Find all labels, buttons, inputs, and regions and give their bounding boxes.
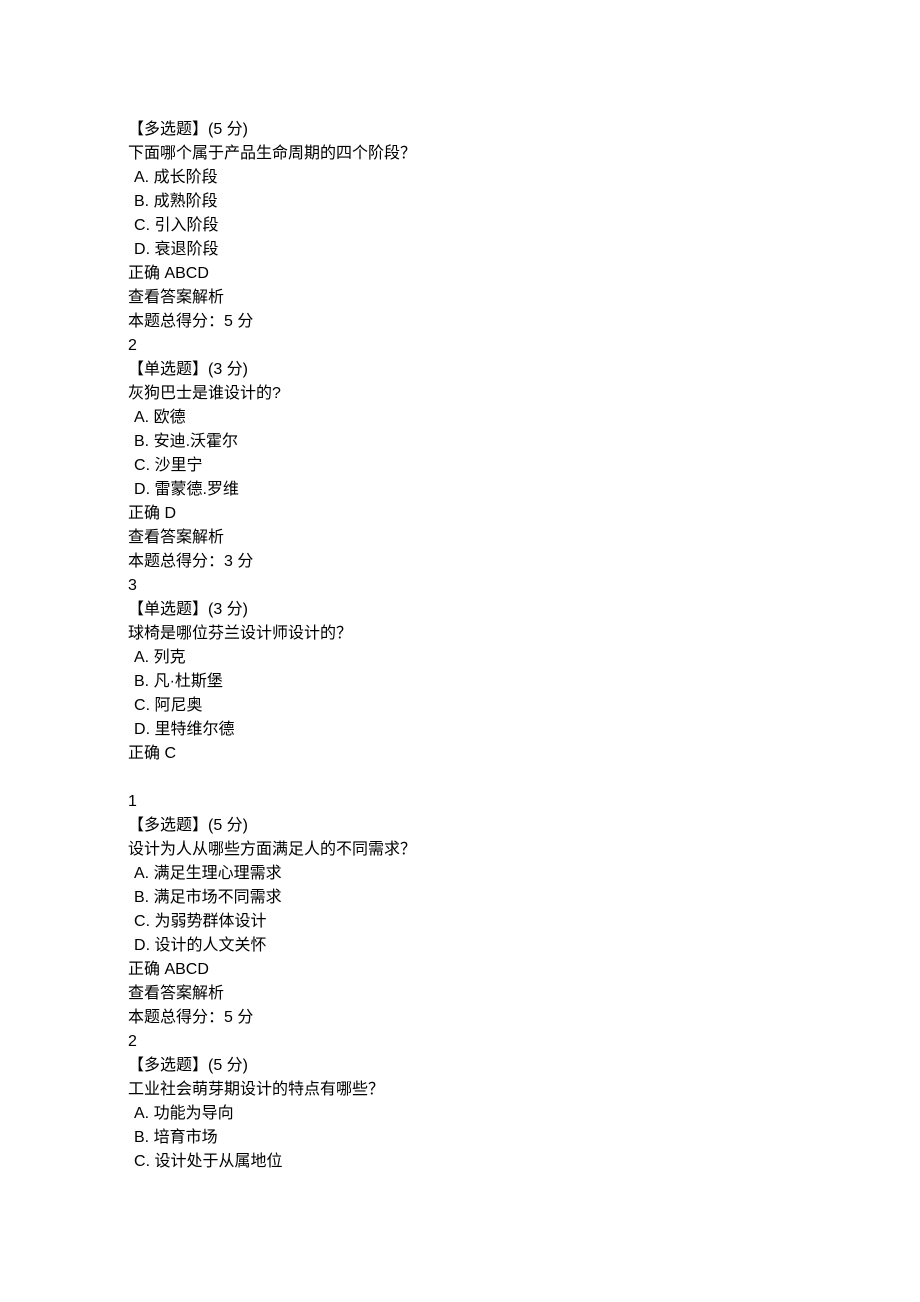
option-b: B. 成熟阶段	[128, 190, 920, 214]
option-d: D. 里特维尔德	[128, 718, 920, 742]
option-a: A. 列克	[128, 646, 920, 670]
option-b: B. 凡·杜斯堡	[128, 670, 920, 694]
question-prompt: 设计为人从哪些方面满足人的不同需求？	[128, 838, 920, 862]
view-answer-link: 查看答案解析	[128, 982, 920, 1006]
option-c: C. 阿尼奥	[128, 694, 920, 718]
score-line: 本题总得分：5 分	[128, 1006, 920, 1030]
question-prompt: 下面哪个属于产品生命周期的四个阶段？	[128, 142, 920, 166]
option-a: A. 功能为导向	[128, 1102, 920, 1126]
question-number: 2	[128, 1030, 920, 1054]
question-type-label: 【多选题】(5 分)	[128, 1054, 920, 1078]
option-b: B. 满足市场不同需求	[128, 886, 920, 910]
blank-line	[128, 766, 920, 790]
option-b: B. 安迪.沃霍尔	[128, 430, 920, 454]
question-prompt: 球椅是哪位芬兰设计师设计的？	[128, 622, 920, 646]
question-number: 2	[128, 334, 920, 358]
question-type-label: 【单选题】(3 分)	[128, 598, 920, 622]
option-c: C. 沙里宁	[128, 454, 920, 478]
question-type-label: 【多选题】(5 分)	[128, 814, 920, 838]
option-a: A. 满足生理心理需求	[128, 862, 920, 886]
option-d: D. 雷蒙德.罗维	[128, 478, 920, 502]
option-c: C. 为弱势群体设计	[128, 910, 920, 934]
correct-answer: 正确 C	[128, 742, 920, 766]
correct-answer: 正确 D	[128, 502, 920, 526]
question-prompt: 灰狗巴士是谁设计的?	[128, 382, 920, 406]
option-a: A. 欧德	[128, 406, 920, 430]
correct-answer: 正确 ABCD	[128, 262, 920, 286]
question-number: 3	[128, 574, 920, 598]
question-type-label: 【多选题】(5 分)	[128, 118, 920, 142]
correct-answer: 正确 ABCD	[128, 958, 920, 982]
question-prompt: 工业社会萌芽期设计的特点有哪些？	[128, 1078, 920, 1102]
view-answer-link: 查看答案解析	[128, 286, 920, 310]
option-d: D. 衰退阶段	[128, 238, 920, 262]
option-a: A. 成长阶段	[128, 166, 920, 190]
question-number: 1	[128, 790, 920, 814]
option-b: B. 培育市场	[128, 1126, 920, 1150]
document-page: 【多选题】(5 分) 下面哪个属于产品生命周期的四个阶段？ A. 成长阶段 B.…	[0, 0, 920, 1302]
score-line: 本题总得分：5 分	[128, 310, 920, 334]
view-answer-link: 查看答案解析	[128, 526, 920, 550]
score-line: 本题总得分：3 分	[128, 550, 920, 574]
question-type-label: 【单选题】(3 分)	[128, 358, 920, 382]
option-c: C. 设计处于从属地位	[128, 1150, 920, 1174]
option-c: C. 引入阶段	[128, 214, 920, 238]
option-d: D. 设计的人文关怀	[128, 934, 920, 958]
